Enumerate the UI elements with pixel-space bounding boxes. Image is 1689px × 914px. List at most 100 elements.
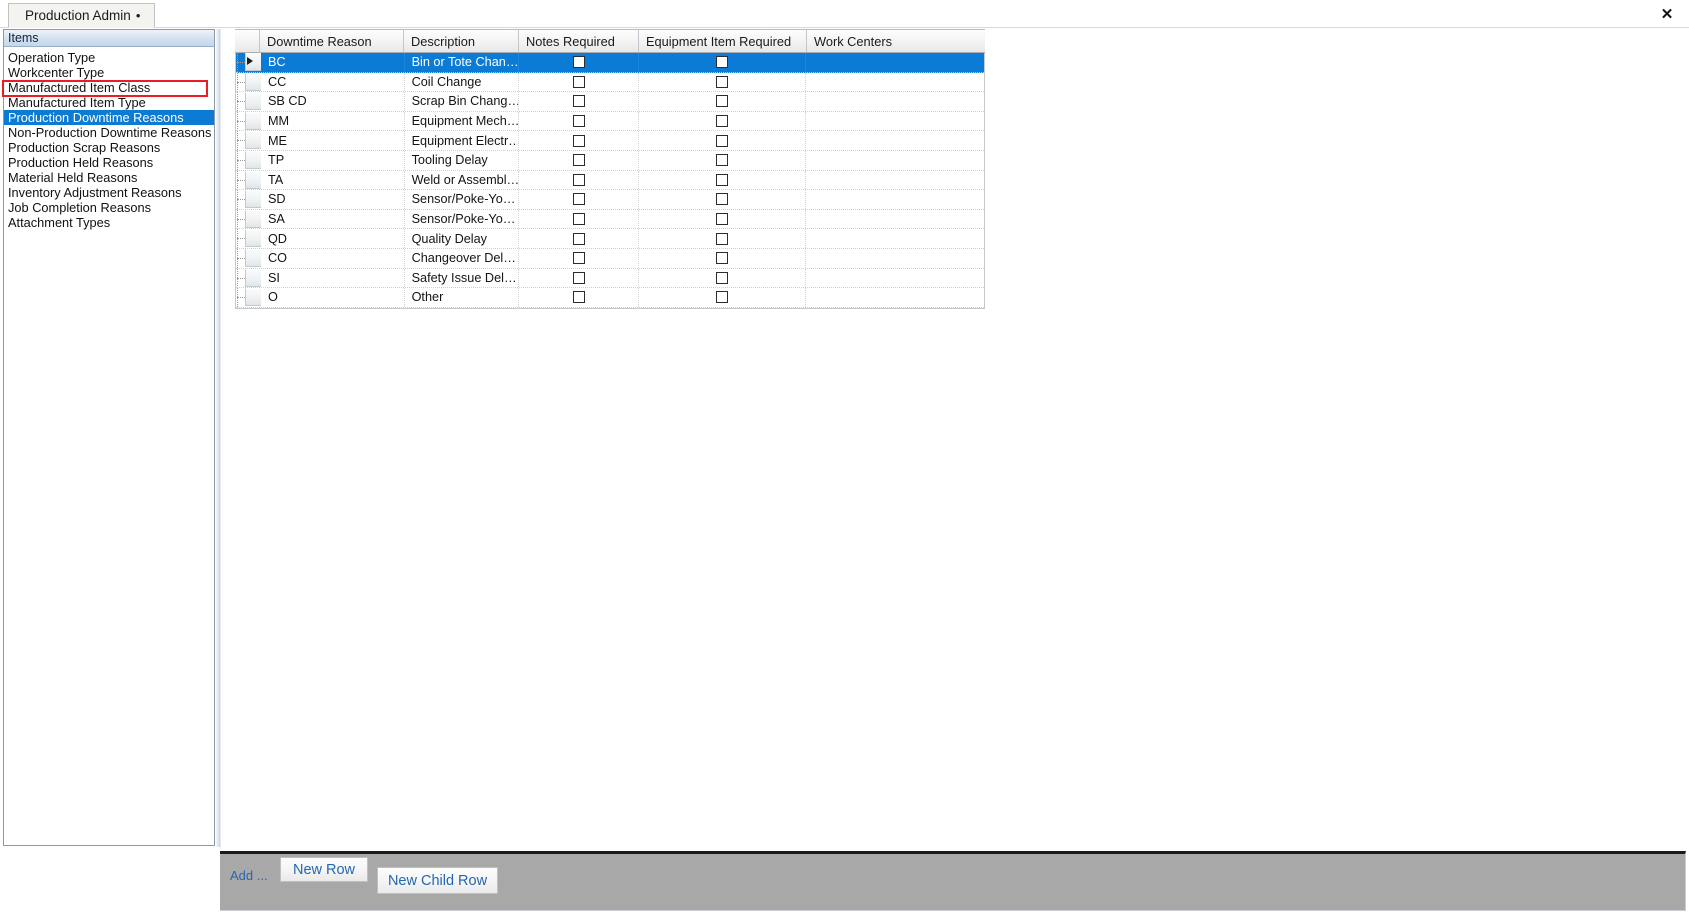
equipment-item-required-checkbox[interactable] xyxy=(716,134,729,147)
cell-work-centers[interactable] xyxy=(806,249,984,268)
cell-downtime-reason[interactable]: CC xyxy=(261,72,405,92)
notes-required-checkbox[interactable] xyxy=(572,213,585,226)
row-selector-cell[interactable] xyxy=(236,53,261,72)
cell-notes-required[interactable] xyxy=(519,131,639,150)
row-header-button[interactable] xyxy=(245,248,261,267)
cell-equipment-item-required[interactable] xyxy=(639,92,807,111)
table-row[interactable]: BC Bin or Tote Chan… xyxy=(236,53,984,73)
sidebar-item[interactable]: Job Completion Reasons xyxy=(4,200,214,215)
row-selector-cell[interactable] xyxy=(236,190,261,209)
row-header-button[interactable] xyxy=(245,170,261,189)
row-selector-cell[interactable] xyxy=(236,229,261,248)
cell-work-centers[interactable] xyxy=(806,269,984,288)
column-header-downtime-reason[interactable]: Downtime Reason xyxy=(260,30,404,52)
cell-equipment-item-required[interactable] xyxy=(639,72,807,92)
notes-required-checkbox[interactable] xyxy=(572,154,585,167)
notes-required-checkbox[interactable] xyxy=(572,75,585,88)
notes-required-checkbox[interactable] xyxy=(572,134,585,147)
cell-description[interactable]: Safety Issue Del… xyxy=(405,268,520,288)
sidebar-item[interactable]: Production Downtime Reasons xyxy=(4,110,214,125)
cell-description[interactable]: Changeover Del… xyxy=(405,248,520,268)
equipment-item-required-checkbox[interactable] xyxy=(716,95,729,108)
sidebar-item[interactable]: Operation Type xyxy=(4,50,214,65)
notes-required-checkbox[interactable] xyxy=(572,232,585,245)
table-row[interactable]: CC Coil Change xyxy=(236,72,984,93)
cell-description[interactable]: Equipment Mech… xyxy=(405,111,520,131)
notes-required-checkbox[interactable] xyxy=(572,115,585,128)
cell-downtime-reason[interactable]: MM xyxy=(261,111,405,131)
cell-work-centers[interactable] xyxy=(806,288,984,307)
sidebar-item[interactable]: Non-Production Downtime Reasons xyxy=(4,125,214,140)
new-child-row-button[interactable]: New Child Row xyxy=(377,867,498,894)
new-row-button[interactable]: New Row xyxy=(280,857,368,882)
sidebar-item[interactable]: Attachment Types xyxy=(4,215,214,230)
cell-downtime-reason[interactable]: SA xyxy=(261,209,405,229)
cell-work-centers[interactable] xyxy=(806,171,984,190)
cell-description[interactable]: Bin or Tote Chan… xyxy=(405,53,520,72)
sidebar-item[interactable]: Manufactured Item Type xyxy=(4,95,214,110)
items-list[interactable]: Operation Type Workcenter Type Manufacture… xyxy=(4,47,214,230)
cell-description[interactable]: Weld or Assembl… xyxy=(405,170,520,190)
cell-description[interactable]: Equipment Electr… xyxy=(405,131,520,150)
cell-downtime-reason[interactable]: O xyxy=(261,288,405,307)
notes-required-checkbox[interactable] xyxy=(572,56,585,69)
sidebar-item[interactable]: Material Held Reasons xyxy=(4,170,214,185)
add-label[interactable]: Add ... xyxy=(230,868,268,883)
cell-work-centers[interactable] xyxy=(806,53,984,72)
row-selector-cell[interactable] xyxy=(236,92,261,111)
cell-description[interactable]: Sensor/Poke-Yo… xyxy=(405,209,520,229)
cell-downtime-reason[interactable]: SD xyxy=(261,190,405,209)
notes-required-checkbox[interactable] xyxy=(572,252,585,265)
cell-downtime-reason[interactable]: TP xyxy=(261,150,405,170)
equipment-item-required-checkbox[interactable] xyxy=(716,252,729,265)
column-header-equipment-item-required[interactable]: Equipment Item Required xyxy=(639,30,807,52)
cell-notes-required[interactable] xyxy=(519,229,639,248)
cell-notes-required[interactable] xyxy=(519,268,639,288)
cell-notes-required[interactable] xyxy=(519,72,639,92)
row-header-button[interactable] xyxy=(245,150,261,169)
cell-notes-required[interactable] xyxy=(519,190,639,209)
row-selector-cell[interactable] xyxy=(236,288,261,307)
cell-description[interactable]: Coil Change xyxy=(405,72,520,92)
notes-required-checkbox[interactable] xyxy=(572,271,585,284)
cell-equipment-item-required[interactable] xyxy=(639,209,807,229)
cell-notes-required[interactable] xyxy=(519,209,639,229)
cell-equipment-item-required[interactable] xyxy=(639,170,807,190)
tab-production-admin[interactable]: Production Admin • xyxy=(8,3,156,28)
cell-notes-required[interactable] xyxy=(519,53,639,72)
cell-equipment-item-required[interactable] xyxy=(639,150,807,170)
cell-work-centers[interactable] xyxy=(806,229,984,248)
row-selector-cell[interactable] xyxy=(236,150,261,170)
notes-required-checkbox[interactable] xyxy=(572,291,585,304)
cell-notes-required[interactable] xyxy=(519,92,639,111)
cell-description[interactable]: Quality Delay xyxy=(405,229,520,248)
cell-downtime-reason[interactable]: BC xyxy=(261,53,405,72)
column-header-description[interactable]: Description xyxy=(404,30,519,52)
row-header-button[interactable] xyxy=(245,209,261,228)
cell-work-centers[interactable] xyxy=(806,190,984,209)
cell-equipment-item-required[interactable] xyxy=(639,288,807,307)
cell-downtime-reason[interactable]: CO xyxy=(261,248,405,268)
row-selector-cell[interactable] xyxy=(236,131,261,150)
row-selector-cell[interactable] xyxy=(236,268,261,288)
close-icon[interactable]: ✕ xyxy=(1657,4,1677,24)
cell-notes-required[interactable] xyxy=(519,111,639,131)
table-row[interactable]: SD Sensor/Poke-Yo… xyxy=(236,190,984,210)
equipment-item-required-checkbox[interactable] xyxy=(716,193,729,206)
row-selector-cell[interactable] xyxy=(236,248,261,268)
sidebar-item[interactable]: Manufactured Item Class xyxy=(4,80,214,95)
cell-equipment-item-required[interactable] xyxy=(639,53,807,72)
table-row[interactable]: ME Equipment Electr… xyxy=(236,131,984,151)
row-header-button[interactable] xyxy=(245,111,261,130)
column-header-work-centers[interactable]: Work Centers xyxy=(807,30,985,52)
table-row[interactable]: SA Sensor/Poke-Yo… xyxy=(236,209,984,230)
row-header-button[interactable] xyxy=(245,72,261,91)
cell-downtime-reason[interactable]: ME xyxy=(261,131,405,150)
cell-equipment-item-required[interactable] xyxy=(639,111,807,131)
cell-equipment-item-required[interactable] xyxy=(639,268,807,288)
row-selector-cell[interactable] xyxy=(236,209,261,229)
equipment-item-required-checkbox[interactable] xyxy=(716,173,729,186)
cell-description[interactable]: Other xyxy=(405,288,520,307)
row-header-button[interactable] xyxy=(245,268,261,287)
equipment-item-required-checkbox[interactable] xyxy=(716,232,729,245)
